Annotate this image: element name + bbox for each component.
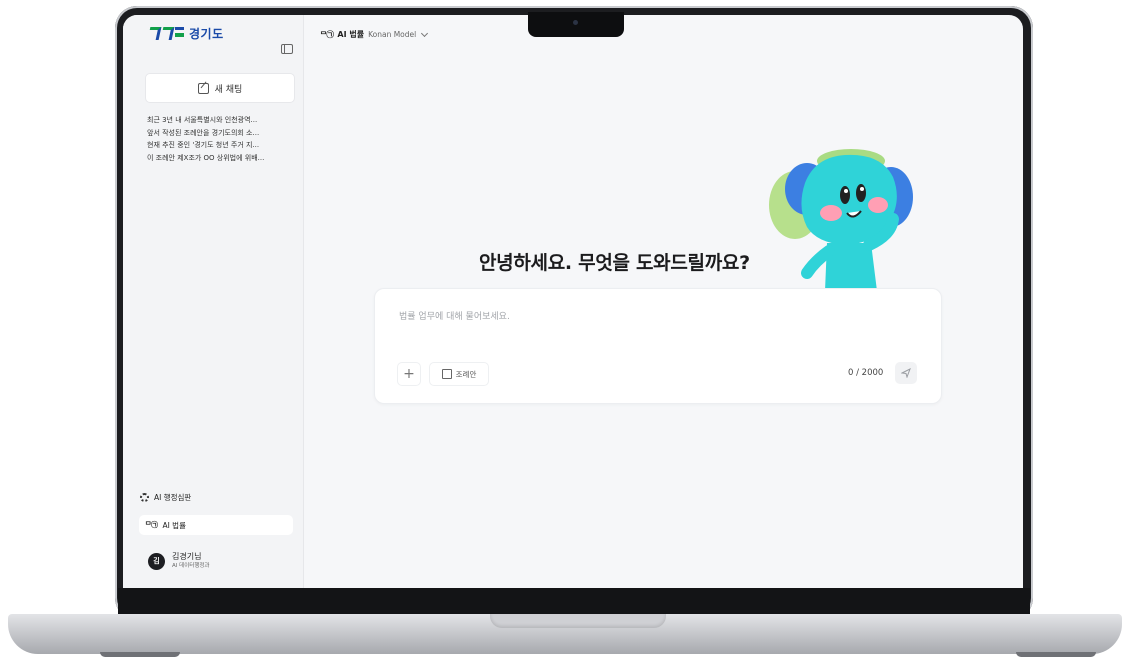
gyeonggi-logo[interactable]: 경기도 [147, 25, 224, 42]
send-button[interactable] [895, 362, 917, 384]
sidebar-item-ai-law[interactable]: ᄆ㉠ AI 법률 [139, 515, 293, 535]
sidebar-item-label: AI 법률 [162, 520, 186, 530]
plus-icon: + [403, 366, 415, 382]
logo-mark-icon [147, 27, 184, 40]
user-department: AI 데이터행정과 [172, 563, 210, 569]
laptop-base [8, 614, 1122, 654]
history-item[interactable]: 이 조례안 제X조가 OO 상위법에 위배... [147, 152, 297, 165]
sidebar: 경기도 새 채팅 최근 3년 내 서울특별시와 인천광역... 앞서 작성된 조… [123, 15, 304, 588]
laptop-foot [1016, 652, 1096, 657]
chevron-down-icon [421, 29, 429, 38]
new-chat-label: 새 채팅 [214, 84, 243, 95]
law-icon: ᄆ㉠ [320, 30, 334, 39]
ordinance-label: 조례안 [455, 369, 477, 379]
sidebar-toggle-icon[interactable] [281, 44, 293, 54]
greeting-heading: 안녕하세요. 무엇을 도와드릴까요? [479, 252, 750, 274]
page-title: AI 법률 [337, 30, 365, 39]
model-selector[interactable]: ᄆ㉠ AI 법률 Konan Model [320, 29, 429, 40]
history-item[interactable]: 현재 추진 중인 '경기도 청년 주거 지... [147, 139, 297, 152]
camera-notch [528, 12, 624, 37]
history-item[interactable]: 앞서 작성된 조례안을 경기도의회 소... [147, 127, 297, 140]
trackpad-notch [490, 614, 666, 628]
user-name: 김경기님 [172, 552, 202, 561]
chat-history-list: 최근 3년 내 서울특별시와 인천광역... 앞서 작성된 조례안을 경기도의회… [147, 114, 297, 164]
new-chat-button[interactable]: 새 채팅 [145, 73, 295, 103]
logo-text: 경기도 [189, 27, 224, 41]
edit-icon [197, 82, 209, 94]
law-icon: ᄆ㉠ [145, 521, 158, 529]
send-icon [901, 368, 911, 378]
chat-composer: + 조례안 0 / 2000 [374, 288, 942, 404]
gear-icon [140, 492, 149, 502]
sidebar-item-ai-admin-appeal[interactable]: AI 행정심판 [140, 487, 191, 507]
laptop-foot [100, 652, 180, 657]
camera-icon [573, 20, 578, 25]
chat-input[interactable] [397, 311, 901, 323]
add-attachment-button[interactable]: + [397, 362, 421, 386]
avatar: 김 [148, 552, 165, 570]
app-window: 경기도 새 채팅 최근 3년 내 서울특별시와 인천광역... 앞서 작성된 조… [123, 15, 1023, 588]
mascot-character-icon [769, 149, 913, 291]
model-name: Konan Model [368, 30, 417, 39]
character-counter: 0 / 2000 [848, 368, 884, 378]
sidebar-item-label: AI 행정심판 [154, 492, 192, 502]
history-item[interactable]: 최근 3년 내 서울특별시와 인천광역... [147, 114, 297, 127]
document-icon [441, 369, 452, 379]
user-profile[interactable]: 김 김경기님 AI 데이터행정과 [148, 552, 210, 570]
ordinance-button[interactable]: 조례안 [429, 362, 489, 386]
